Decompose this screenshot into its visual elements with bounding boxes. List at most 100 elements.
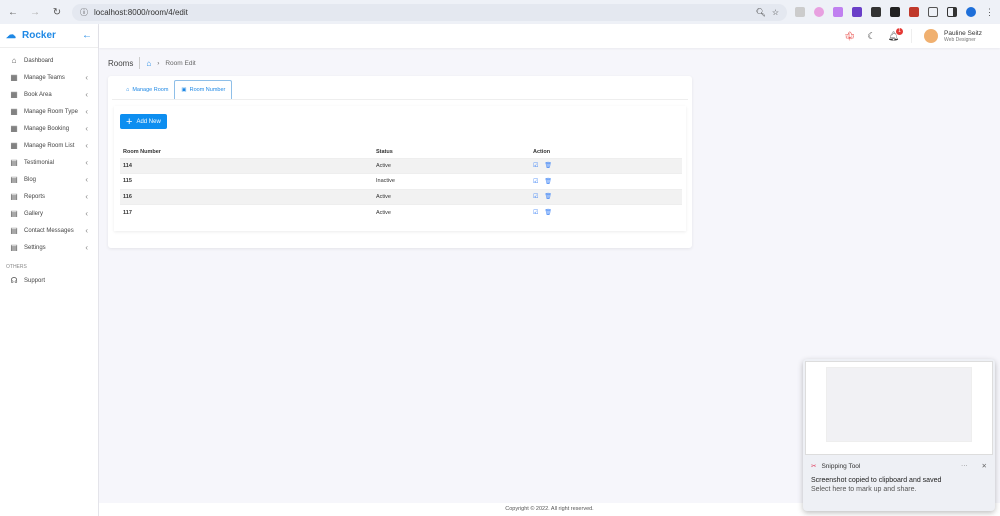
trash-icon[interactable]: 🗑︎: [544, 179, 552, 185]
sidebar-item-label: Gallery: [24, 210, 44, 217]
sidebar-item-label: Manage Teams: [24, 74, 65, 81]
screenshot-thumbnail[interactable]: [805, 361, 993, 455]
chevron-left-icon: ‹: [85, 90, 88, 99]
room-number: 114: [120, 157, 376, 174]
sidebar-item-testimonial[interactable]: ▤ Testimonial ‹: [0, 154, 98, 171]
trash-icon[interactable]: 🗑︎: [544, 163, 552, 169]
moon-icon[interactable]: ☾: [868, 31, 876, 42]
headset-icon: ☊: [10, 276, 18, 285]
room-number: 116: [120, 188, 376, 205]
edit-icon[interactable]: ☑: [533, 163, 538, 169]
sidebar-item-label: Settings: [24, 244, 46, 251]
chevron-left-icon: ‹: [85, 209, 88, 218]
status: Active: [376, 188, 533, 205]
column-header: Room Number: [123, 149, 161, 156]
more-icon[interactable]: ···: [961, 462, 968, 470]
edit-icon[interactable]: ☑: [533, 210, 538, 216]
sidebar-item-reports[interactable]: ▤ Reports ‹: [0, 188, 98, 205]
sidebar-item-label: Blog: [24, 176, 37, 183]
forward-icon[interactable]: →: [28, 7, 42, 18]
chevron-left-icon: ‹: [85, 107, 88, 116]
extension-icon[interactable]: [833, 7, 843, 17]
zoom-icon[interactable]: 🔍︎: [756, 8, 766, 17]
extensions: ⋮: [795, 7, 994, 17]
sidebar-item-label: Support: [24, 277, 46, 284]
sidebar-item-label: Manage Room List: [24, 142, 75, 149]
tab-manage-room[interactable]: ⌂ Manage Room: [120, 81, 174, 99]
tab-room-number[interactable]: ▣ Room Number: [174, 80, 233, 99]
room-number: 117: [120, 204, 376, 220]
home-icon: ⌂: [126, 87, 130, 93]
flag-canada-icon[interactable]: 🍁︎: [844, 31, 855, 42]
puzzle-icon[interactable]: [928, 7, 938, 17]
menu-icon[interactable]: ⋮: [985, 7, 994, 17]
grid-icon: ▦: [10, 107, 18, 116]
user-menu[interactable]: Pauline Seitz Web Designer: [911, 29, 982, 43]
extension-icon[interactable]: [890, 7, 900, 17]
edit-icon[interactable]: ☑: [533, 194, 538, 200]
home-icon[interactable]: ⌂: [146, 59, 151, 68]
column-header: Status: [376, 149, 393, 156]
home-icon: ⌂: [11, 56, 17, 65]
sidebar-item-contact-messages[interactable]: ▤ Contact Messages ‹: [0, 222, 98, 239]
profile-icon[interactable]: [966, 7, 976, 17]
sidebar-item-gallery[interactable]: ▤ Gallery ‹: [0, 205, 98, 222]
logo-icon: ☁: [6, 30, 16, 41]
sidebar-item-manage-teams[interactable]: ▦ Manage Teams ‹: [0, 69, 98, 86]
sidebar-item-manage-room-type[interactable]: ▦ Manage Room Type ‹: [0, 103, 98, 120]
close-icon[interactable]: ✕: [982, 462, 987, 470]
url-text: localhost:8000/room/4/edit: [94, 7, 188, 17]
doc-icon: ▤: [10, 243, 18, 252]
bell-icon[interactable]: 🔔︎ 1: [888, 27, 904, 42]
sidebar: ☁ Rocker ← ⌂ Dashboard ▦ Manage Teams ‹ ▦ Book A…: [0, 24, 99, 516]
room-number: 115: [120, 173, 376, 189]
grid-icon: ▦: [10, 73, 18, 82]
trash-icon[interactable]: 🗑︎: [544, 210, 552, 216]
add-new-button[interactable]: + Add New: [120, 114, 167, 129]
bookmark-icon[interactable]: ☆: [772, 8, 779, 17]
chevron-left-icon: ‹: [85, 124, 88, 133]
address-bar[interactable]: ⓘ localhost:8000/room/4/edit 🔍︎ ☆: [72, 3, 787, 21]
topbar: 🍁︎ ☾ 🔔︎ 1 Pauline Seitz Web Designer: [99, 24, 1000, 48]
brand-name: Rocker: [22, 30, 56, 41]
table-row: 116 Active ☑ 🗑︎: [120, 188, 682, 205]
edit-icon[interactable]: ☑: [533, 179, 538, 185]
sidebar-item-manage-booking[interactable]: ▦ Manage Booking ‹: [0, 120, 98, 137]
table-row: 114 Active ☑ 🗑︎: [120, 157, 682, 174]
toast-message: Screenshot copied to clipboard and saved: [811, 477, 942, 484]
status: Active: [376, 157, 533, 174]
browser-toolbar: ← → ↻ ⓘ localhost:8000/room/4/edit 🔍︎ ☆ ⋮: [0, 0, 1000, 24]
snipping-tool-notification[interactable]: ✂ Snipping Tool ··· ✕ Screenshot copied to …: [803, 359, 995, 511]
sidebar-item-label: Contact Messages: [24, 227, 74, 234]
back-icon[interactable]: ←: [6, 7, 20, 18]
table-row: 115 Inactive ☑ 🗑︎: [120, 173, 682, 189]
sidebar-item-dashboard[interactable]: ⌂ Dashboard: [0, 52, 98, 69]
sidebar-item-blog[interactable]: ▤ Blog ‹: [0, 171, 98, 188]
brand: ☁ Rocker ←: [0, 24, 98, 48]
chevron-left-icon: ‹: [85, 141, 88, 150]
status: Inactive: [376, 173, 533, 189]
side-panel-icon[interactable]: [947, 7, 957, 17]
avatar: [924, 29, 939, 43]
sidebar-item-support[interactable]: ☊ Support: [0, 272, 98, 289]
id-card-icon: ▣: [181, 87, 187, 93]
extension-icon[interactable]: [795, 7, 805, 17]
toast-subtext: Select here to mark up and share.: [811, 486, 917, 493]
extension-icon[interactable]: [814, 7, 824, 17]
extension-icon[interactable]: [909, 7, 919, 17]
reload-icon[interactable]: ↻: [50, 7, 64, 18]
sidebar-item-manage-room-list[interactable]: ▦ Manage Room List ‹: [0, 137, 98, 154]
extension-icon[interactable]: [871, 7, 881, 17]
extension-icon[interactable]: [852, 7, 862, 17]
user-role: Web Designer: [944, 36, 976, 43]
grid-icon: ▦: [10, 90, 18, 99]
toast-app-name: Snipping Tool: [821, 462, 861, 470]
plus-icon: +: [126, 115, 133, 128]
sidebar-item-book-area[interactable]: ▦ Book Area ‹: [0, 86, 98, 103]
chevron-left-icon: ‹: [85, 243, 88, 252]
trash-icon[interactable]: 🗑︎: [544, 194, 552, 200]
sidebar-item-settings[interactable]: ▤ Settings ‹: [0, 239, 98, 256]
doc-icon: ▤: [10, 226, 18, 235]
sidebar-item-label: Manage Booking: [24, 125, 70, 132]
collapse-arrow-icon[interactable]: ←: [82, 30, 92, 41]
